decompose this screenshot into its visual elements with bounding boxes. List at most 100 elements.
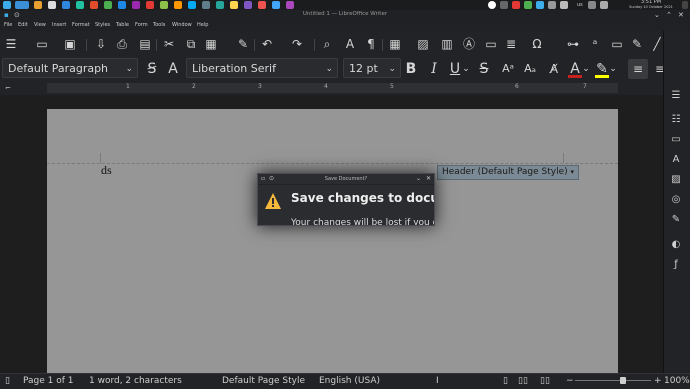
clone-formatting-icon[interactable]: ✎ [236,37,250,51]
zoom-slider-track[interactable] [575,380,651,381]
gimp-icon[interactable] [160,1,168,9]
gallery-icon[interactable]: ▨ [669,173,683,187]
navigator-icon[interactable]: ◎ [669,193,683,207]
app-launcher-icon[interactable] [3,1,11,9]
bold-icon[interactable]: B [403,60,419,78]
clock[interactable]: 3:51 PM Sunday 10 October 2021 [626,0,676,10]
save-icon[interactable]: ▣ [63,37,77,51]
store-icon[interactable] [62,1,70,9]
tray-chat-icon[interactable] [524,1,532,9]
menu-tools[interactable]: Tools [153,22,165,28]
page-icon[interactable]: ▭ [669,133,683,147]
page-count[interactable]: Page 1 of 1 [23,376,74,386]
menu-help[interactable]: Help [197,22,208,28]
single-page-view-icon[interactable]: ▯ [503,376,508,386]
word-count[interactable]: 1 word, 2 characters [89,376,182,386]
book-view-icon[interactable]: ▯▯ [540,376,550,386]
calc-icon[interactable] [104,1,112,9]
manage-changes-icon[interactable]: ✎ [669,213,683,227]
close-icon[interactable]: ✕ [678,12,684,19]
settings-icon[interactable] [188,1,196,9]
zoom-out-icon[interactable]: − [566,376,574,386]
zoom-slider-handle[interactable] [620,377,626,384]
maximize-icon[interactable]: ⌃ [666,12,672,19]
subscript-icon[interactable]: Aₐ [522,60,538,78]
show-desktop-icon[interactable] [682,1,688,9]
insert-image-icon[interactable]: ▨ [416,37,430,51]
menu-form[interactable]: Form [135,22,148,28]
keyboard-layout[interactable]: us [577,0,583,10]
page-break-icon[interactable]: ▭ [484,37,498,51]
media-icon[interactable] [258,1,266,9]
minimize-icon[interactable]: ⌄ [416,175,421,182]
font-name-select[interactable]: Liberation Serif ⌄ [186,58,338,78]
insert-field-icon[interactable]: ≣ [504,37,518,51]
zoom-level[interactable]: 100% [664,376,690,386]
tray-record-icon[interactable] [512,1,520,9]
cut-icon[interactable]: ✂ [162,37,176,51]
menu-file[interactable]: File [4,22,12,28]
tab-stop-icon[interactable]: ⌐ [5,84,11,92]
open-icon[interactable]: ▭ [35,37,49,51]
footnote-icon[interactable]: ᵃ [588,37,602,51]
find-replace-icon[interactable]: ⌕ [320,37,334,51]
paragraph-style-select[interactable]: Default Paragraph Style ⌄ [2,58,138,95]
window-list-icon[interactable] [15,1,29,9]
vlc-icon[interactable] [174,1,182,9]
new-style-icon[interactable]: A [165,60,181,78]
properties-icon[interactable]: ☷ [669,113,683,127]
tray-network-icon[interactable] [500,1,508,9]
sidebar-menu-icon[interactable]: ☰ [669,89,683,103]
menu-format[interactable]: Format [72,22,90,28]
files-icon[interactable] [34,1,42,9]
menu-table[interactable]: Table [116,22,129,28]
special-character-icon[interactable]: Ω [530,37,544,51]
multi-page-view-icon[interactable]: ▯▯ [518,376,528,386]
mail-icon[interactable] [118,1,126,9]
menu-edit[interactable]: Edit [18,22,28,28]
paste-icon[interactable]: ▦ [204,37,218,51]
folder-icon[interactable] [202,1,210,9]
print-icon[interactable]: ⎙ [115,37,129,51]
language[interactable]: English (USA) [319,376,380,386]
close-icon[interactable]: ✕ [426,175,431,182]
menu-insert[interactable]: Insert [52,22,66,28]
minimize-icon[interactable]: ⌄ [654,12,660,19]
strikethrough-icon[interactable]: S [476,60,492,78]
zoom-in-icon[interactable]: + [654,376,662,386]
app2-icon[interactable] [272,1,280,9]
firefox-icon[interactable] [90,1,98,9]
styles-icon[interactable]: A [669,153,683,167]
insert-chart-icon[interactable]: ▥ [440,37,454,51]
tray-clipboard-icon[interactable] [560,1,568,9]
menu-styles[interactable]: Styles [95,22,110,28]
underline-icon[interactable]: U [448,60,462,78]
page-style[interactable]: Default Page Style [222,376,305,386]
redo-icon[interactable]: ↷ [290,37,304,51]
insert-textbox-icon[interactable]: Ⓐ [462,37,476,51]
clear-formatting-icon[interactable]: A̸ [546,60,562,78]
tray-volume-icon[interactable] [588,1,596,9]
font-size-select[interactable]: 12 pt ⌄ [343,58,401,78]
terminal-icon[interactable] [76,1,84,9]
style-inspector-icon[interactable]: ƒ [669,258,683,272]
game-icon[interactable] [244,1,252,9]
formatting-marks-icon[interactable]: ¶ [364,37,378,51]
insert-table-icon[interactable]: ▦ [388,37,402,51]
export-pdf-icon[interactable]: ⇩ [94,37,108,51]
chevron-down-icon[interactable]: ⌄ [462,60,470,78]
superscript-icon[interactable]: Aᵃ [500,60,516,78]
hyperlink-icon[interactable]: ⊶ [566,37,580,51]
tray-updates-icon[interactable] [548,1,556,9]
update-style-icon[interactable]: Ꞩ [144,60,160,78]
tray-bluetooth-icon[interactable] [536,1,544,9]
spelling-icon[interactable]: A [343,37,357,51]
line-icon[interactable]: ╱ [650,37,664,51]
copy-icon[interactable]: ⧉ [184,37,198,51]
design-icon[interactable]: ◐ [669,238,683,252]
steam-icon[interactable] [216,1,224,9]
doc-icon[interactable] [48,1,56,9]
menu-window[interactable]: Window [172,22,192,28]
comment-icon[interactable]: ▭ [610,37,624,51]
code-icon[interactable] [146,1,154,9]
